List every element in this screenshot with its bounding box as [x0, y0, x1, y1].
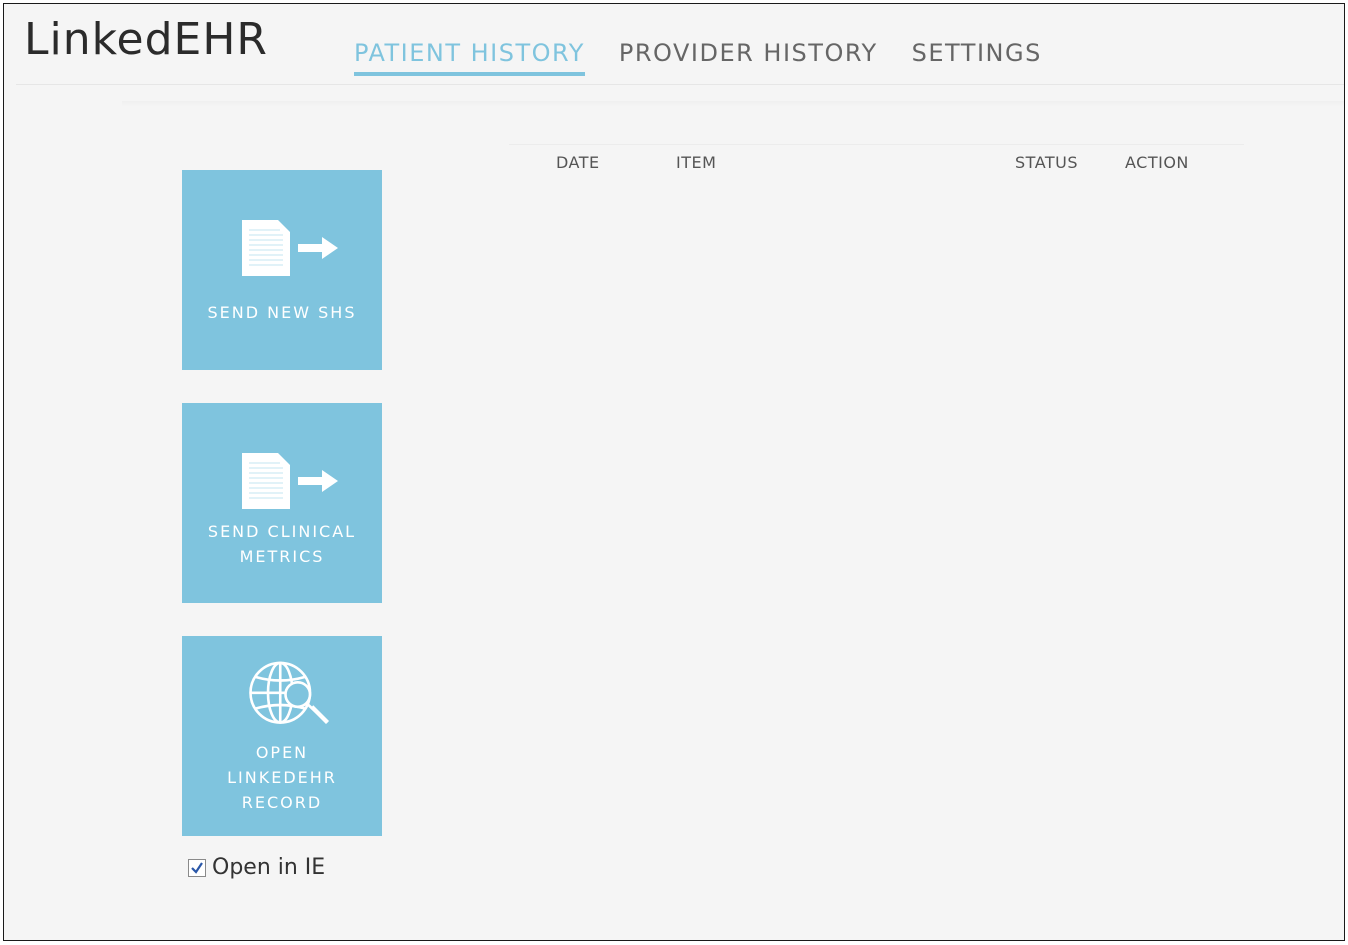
top-header: LinkedEHR PATIENT HISTORY PROVIDER HISTO… [16, 4, 1344, 85]
subheader-divider [122, 101, 1344, 107]
send-new-shs-label: SEND NEW SHS [207, 303, 357, 322]
open-in-ie-option: Open in IE [188, 855, 325, 880]
tab-provider-history[interactable]: PROVIDER HISTORY [619, 40, 878, 76]
main-nav: PATIENT HISTORY PROVIDER HISTORY SETTING… [354, 40, 1076, 77]
tab-patient-history[interactable]: PATIENT HISTORY [354, 40, 585, 77]
history-table-header: DATE ITEM STATUS ACTION [509, 144, 1244, 185]
app-window: LinkedEHR PATIENT HISTORY PROVIDER HISTO… [3, 3, 1345, 941]
tab-settings[interactable]: SETTINGS [912, 40, 1042, 76]
open-record-label-line3: RECORD [241, 793, 323, 812]
column-header-action[interactable]: ACTION [1125, 153, 1189, 172]
app-logo-title: LinkedEHR [24, 14, 268, 65]
send-new-shs-button[interactable]: SEND NEW SHS [182, 170, 382, 370]
send-clinical-metrics-button[interactable]: SEND CLINICAL METRICS [182, 403, 382, 603]
column-header-status[interactable]: STATUS [1015, 153, 1078, 172]
open-record-label-line1: OPEN [255, 743, 309, 762]
open-linkedehr-record-button[interactable]: OPEN LINKEDEHR RECORD [182, 636, 382, 836]
column-header-date[interactable]: DATE [556, 153, 600, 172]
open-record-label-line2: LINKEDEHR [227, 768, 337, 787]
document-send-icon [242, 453, 338, 509]
open-in-ie-label[interactable]: Open in IE [212, 855, 325, 880]
globe-search-icon [249, 661, 330, 725]
document-send-icon [242, 220, 338, 276]
checkmark-icon [191, 861, 203, 874]
open-in-ie-checkbox[interactable] [188, 858, 206, 877]
send-clinical-metrics-label-line1: SEND CLINICAL [207, 522, 357, 541]
send-clinical-metrics-label-line2: METRICS [239, 547, 325, 566]
column-header-item[interactable]: ITEM [676, 153, 716, 172]
